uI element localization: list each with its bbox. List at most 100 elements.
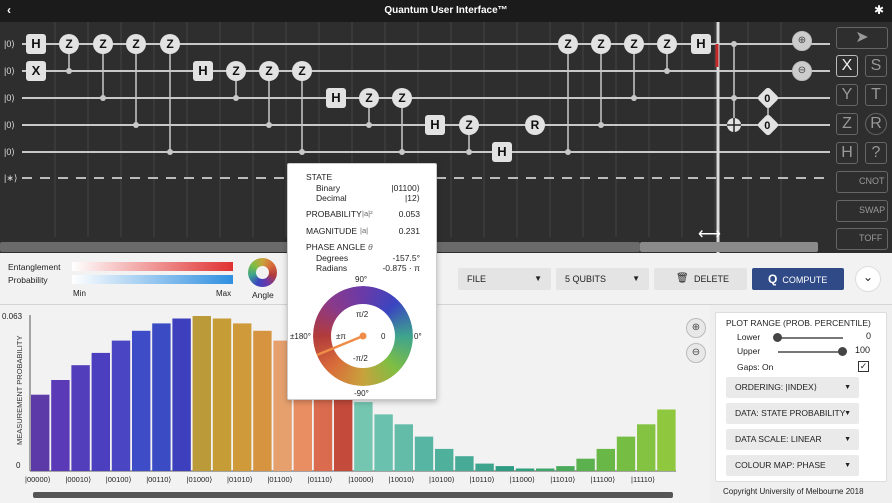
probability-bar[interactable] <box>51 380 70 471</box>
palette-cnot-label: CNOT <box>859 176 885 186</box>
delete-button[interactable]: 🗑 DELETE <box>654 268 747 290</box>
probability-bar[interactable] <box>455 456 474 471</box>
palette-t[interactable]: T <box>865 84 887 106</box>
file-dropdown[interactable]: FILE ▼ <box>458 268 551 290</box>
h-gate[interactable]: H <box>492 142 512 162</box>
probability-bar[interactable] <box>515 468 535 472</box>
probability-bar[interactable] <box>414 436 434 471</box>
probability-bar[interactable] <box>71 365 90 471</box>
probability-bar[interactable] <box>536 468 555 472</box>
ordering-dropdown[interactable]: ORDERING: |INDEX⟩ ▼ <box>726 377 859 398</box>
palette-measure[interactable]: ? <box>865 142 887 164</box>
probability-bar[interactable] <box>576 458 595 471</box>
upper-slider-handle[interactable] <box>838 347 847 356</box>
z-gate[interactable]: Z <box>392 88 412 108</box>
probability-bar[interactable] <box>637 424 656 471</box>
h-gate[interactable]: H <box>26 34 46 54</box>
chevron-down-icon: ▼ <box>844 410 851 417</box>
wheel-label-left: ±180° <box>290 332 311 341</box>
probability-bar[interactable] <box>91 352 110 471</box>
r-gate[interactable]: R <box>525 115 545 135</box>
z-gate[interactable]: Z <box>59 34 79 54</box>
palette-swap[interactable]: SWAP <box>836 200 888 222</box>
probability-bar[interactable] <box>31 394 50 471</box>
palette-s[interactable]: S <box>865 55 887 77</box>
upper-slider[interactable] <box>778 351 843 353</box>
probability-bar[interactable] <box>657 409 676 472</box>
scale-dropdown[interactable]: DATA SCALE: LINEAR ▼ <box>726 429 859 450</box>
wheel-inner-right: 0 <box>381 332 386 341</box>
drag-handle-icon[interactable]: ⟷ <box>698 224 721 244</box>
zoom-in-icon[interactable]: ⊕ <box>792 31 812 51</box>
z-gate[interactable]: Z <box>259 61 279 81</box>
probability-bar[interactable] <box>192 316 211 471</box>
probability-bar[interactable] <box>354 402 373 471</box>
chevron-down-icon: ▼ <box>844 436 851 443</box>
x-tick-label: |01100⟩ <box>267 475 293 484</box>
plot-scrollbar[interactable] <box>33 492 673 498</box>
entanglement-gradient <box>72 262 233 271</box>
palette-cnot[interactable]: CNOT <box>836 171 888 193</box>
z-gate[interactable]: Z <box>459 115 479 135</box>
x-tick-label: |11100⟩ <box>590 475 616 484</box>
h-gate[interactable]: H <box>193 61 213 81</box>
colour-map-dropdown[interactable]: COLOUR MAP: PHASE ▼ <box>726 455 859 476</box>
more-options-button[interactable]: ⌄ <box>855 266 881 292</box>
lower-value[interactable]: 0 <box>866 331 871 341</box>
palette-h[interactable]: H <box>836 142 858 164</box>
palette-x[interactable]: X <box>836 55 858 77</box>
degrees-value: -157.5° <box>392 253 420 263</box>
palette-z[interactable]: Z <box>836 113 858 135</box>
z-gate[interactable]: Z <box>126 34 146 54</box>
gear-icon[interactable]: ✱ <box>874 3 884 17</box>
probability-bar[interactable] <box>152 323 171 471</box>
z-gate[interactable]: Z <box>591 34 611 54</box>
palette-r[interactable]: R <box>865 113 887 135</box>
z-gate[interactable]: Z <box>657 34 677 54</box>
data-dropdown[interactable]: DATA: STATE PROBABILITY ▼ <box>726 403 859 424</box>
probability-bar[interactable] <box>374 414 393 471</box>
z-gate[interactable]: Z <box>558 34 578 54</box>
gaps-checkbox[interactable]: ✓ <box>858 361 869 372</box>
z-gate[interactable]: Z <box>359 88 379 108</box>
x-gate[interactable]: X <box>26 61 46 81</box>
z-gate[interactable]: Z <box>292 61 312 81</box>
z-gate[interactable]: Z <box>226 61 246 81</box>
z-gate[interactable]: Z <box>160 34 180 54</box>
probability-bar[interactable] <box>475 463 494 471</box>
palette-toff-label: TOFF <box>859 233 883 243</box>
qubits-dropdown[interactable]: 5 QUBITS ▼ <box>556 268 649 290</box>
h-gate[interactable]: H <box>425 115 445 135</box>
lower-slider[interactable] <box>778 337 843 339</box>
probability-bar[interactable] <box>435 448 454 471</box>
pointer-tool-icon[interactable]: ➤ <box>836 27 888 49</box>
z-gate[interactable]: Z <box>93 34 113 54</box>
palette-y[interactable]: Y <box>836 84 858 106</box>
probability-bar[interactable] <box>212 318 232 472</box>
probability-bar[interactable] <box>111 340 131 471</box>
probability-value: 0.053 <box>398 209 420 219</box>
probability-bar[interactable] <box>596 448 615 471</box>
zoom-out-icon[interactable]: ⊖ <box>792 61 812 81</box>
probability-bar[interactable] <box>394 424 413 471</box>
probability-bar[interactable] <box>556 466 575 471</box>
qubit-label: |0⟩ <box>4 39 15 49</box>
lower-slider-handle[interactable] <box>773 333 782 342</box>
probability-bar[interactable] <box>132 330 151 471</box>
probability-bar[interactable] <box>616 436 636 471</box>
probability-bar[interactable] <box>495 466 514 471</box>
palette-toff[interactable]: TOFF <box>836 228 888 250</box>
plot-range-title: PLOT RANGE (PROB. PERCENTILE) <box>726 318 871 328</box>
h-gate[interactable]: H <box>326 88 346 108</box>
probability-bar[interactable] <box>172 318 191 472</box>
x-tick-label: |10100⟩ <box>429 475 455 484</box>
probability-bar[interactable] <box>233 323 252 471</box>
qubit-label: |0⟩ <box>4 120 15 130</box>
h-gate[interactable]: H <box>691 34 711 54</box>
measure-value: 0 <box>764 92 771 105</box>
z-gate[interactable]: Z <box>624 34 644 54</box>
compute-button[interactable]: Q COMPUTE <box>752 268 844 290</box>
probability-bar[interactable] <box>253 330 272 471</box>
upper-value[interactable]: 100 <box>855 345 870 355</box>
x-tick-label: |10110⟩ <box>469 475 495 484</box>
